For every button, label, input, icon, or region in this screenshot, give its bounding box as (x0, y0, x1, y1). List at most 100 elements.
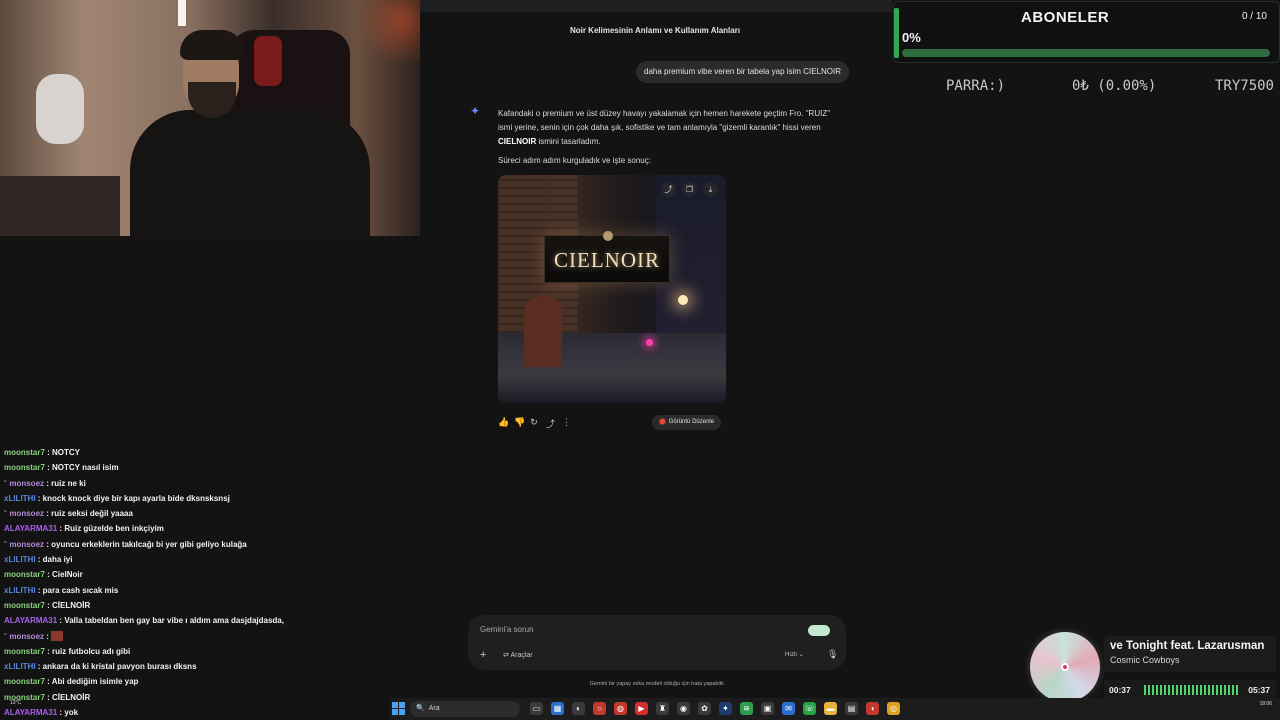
goal-accent (894, 8, 899, 58)
taskbar-clock[interactable]: 18:06 (1259, 700, 1272, 708)
chat-username[interactable]: ALAYARMA31 (4, 616, 57, 625)
chat-text: ankara da ki kristal pavyon burası dksns (42, 662, 197, 672)
app-icon-5[interactable]: ▤ (845, 702, 858, 715)
edit-image-button[interactable]: ⬤ Görüntü Düzenle (652, 415, 722, 430)
disc-center (1061, 663, 1069, 671)
donation-target: TRY7500 (1214, 78, 1274, 94)
chat-message: xLILITHI : knock knock diye bir kapı aya… (4, 491, 418, 506)
chat-text: CielNoir (52, 570, 83, 580)
image-toolbar: ⤴ ❐ ⤓ (661, 182, 718, 197)
chat-username[interactable]: monsoez (9, 540, 44, 549)
microphone-icon[interactable]: 🎙 (827, 649, 838, 660)
song-title: ve Tonight feat. Lazarusman (1110, 640, 1265, 652)
opera-icon[interactable]: ○ (593, 702, 606, 715)
store-icon[interactable]: ▦ (551, 702, 564, 715)
song-total-time: 05:37 (1248, 685, 1270, 695)
chat-text: ruiz seksi değil yaaaa (51, 509, 133, 519)
chat-separator: : (35, 555, 43, 565)
chat-message: moonstar7 : CİELNOİR (4, 690, 418, 705)
chat-separator: : (35, 585, 43, 595)
app-icon-2[interactable]: ◍ (614, 702, 627, 715)
song-progress: 00:37 05:37 (1104, 680, 1276, 700)
chat-badge-icon: ˜ (4, 633, 7, 641)
goal-count: 0 / 10 (1241, 11, 1267, 22)
app-icon-3[interactable]: ♜ (656, 702, 669, 715)
prompt-input-box[interactable]: Gemini'a sorun + ⇄ Araçlar Hızlı ⌄ 🎙 (468, 615, 846, 670)
gemini-icon[interactable]: ✦ (719, 702, 732, 715)
mail-icon[interactable]: ✉ (782, 702, 795, 715)
goal-title: ABONELER (1021, 9, 1110, 26)
chat-text: daha iyi (42, 555, 73, 565)
chat-message: moonstar7 : NOTCY nasıl isim (4, 460, 418, 475)
donation-label: PARRA:) (946, 78, 1006, 94)
chat-username[interactable]: xLILITHI (4, 662, 36, 671)
chat-username[interactable]: monsoez (9, 479, 44, 488)
generated-image[interactable]: CIELNOIR ⤴ ❐ ⤓ (498, 175, 726, 403)
chatgpt-icon[interactable]: ✿ (698, 702, 711, 715)
download-icon[interactable]: ⤓ (703, 182, 718, 197)
chat-username[interactable]: moonstar7 (4, 463, 45, 472)
thumbs-up-icon[interactable]: 👍 (498, 417, 509, 430)
share-icon[interactable]: ⤴ (661, 182, 676, 197)
tools-button[interactable]: ⇄ Araçlar (503, 651, 533, 659)
plush-toy (36, 74, 84, 144)
youtube-icon[interactable]: ▶ (635, 702, 648, 715)
chat-emote-icon (51, 631, 64, 642)
chat-message: ALAYARMA31 : yok (4, 705, 418, 720)
chat-text: ruiz futbolcu adı gibi (52, 646, 131, 656)
weather-widget[interactable]: 13°C (10, 700, 21, 706)
chat-username[interactable]: xLILITHI (4, 494, 36, 503)
taskbar-search-label: Ara (428, 705, 440, 712)
arched-door (524, 295, 562, 367)
obs-icon[interactable]: ◉ (677, 702, 690, 715)
chat-text: ruiz ne ki (51, 478, 86, 488)
taskbar-search[interactable]: 🔍 Ara (410, 701, 520, 717)
chat-separator: : (35, 662, 43, 672)
model-speed-select[interactable]: Hızlı ⌄ (785, 651, 804, 658)
chair-accent (254, 36, 282, 86)
windows-start-icon[interactable] (392, 702, 405, 715)
chat-username[interactable]: xLILITHI (4, 555, 36, 564)
task-view-icon[interactable]: ▭ (530, 702, 543, 715)
chat-username[interactable]: ALAYARMA31 (4, 524, 57, 533)
app-icon-6[interactable]: ◖ (866, 702, 879, 715)
spotify-icon[interactable]: ≋ (740, 702, 753, 715)
more-options-icon[interactable]: ⋮ (562, 417, 571, 430)
whatsapp-icon[interactable]: ☏ (803, 702, 816, 715)
chat-separator: : (44, 692, 53, 702)
chat-username[interactable]: moonstar7 (4, 647, 45, 656)
chat-username[interactable]: moonstar7 (4, 448, 45, 457)
chat-separator: : (44, 631, 52, 641)
add-attachment-icon[interactable]: + (480, 649, 486, 661)
chat-username[interactable]: ALAYARMA31 (4, 708, 57, 717)
chat-username[interactable]: moonstar7 (4, 677, 45, 686)
chat-separator: : (44, 646, 53, 656)
chrome-icon[interactable]: ◎ (887, 702, 900, 715)
chat-message: ˜ monsoez : (4, 629, 418, 644)
chat-text: CİELNOİR (52, 600, 91, 610)
share-icon[interactable]: ⤴ (546, 417, 555, 430)
app-icon-1[interactable]: ◐ (572, 702, 585, 715)
regenerate-icon[interactable]: ↻ (530, 417, 538, 430)
chat-username[interactable]: monsoez (9, 509, 44, 518)
app-icon-4[interactable]: ▣ (761, 702, 774, 715)
chat-message: moonstar7 : CielNoir (4, 567, 418, 582)
chat-text: CİELNOİR (52, 692, 91, 702)
chat-username[interactable]: moonstar7 (4, 570, 45, 579)
windows-taskbar: 🔍 Ara ▭ ▦ ◐ ○ ◍ ▶ ♜ ◉ ✿ ✦ ≋ ▣ ✉ ☏ ▬ ▤ ◖ ◎… (390, 698, 1280, 720)
prompt-placeholder[interactable]: Gemini'a sorun (480, 625, 534, 634)
thumbs-down-icon[interactable]: 👎 (514, 417, 525, 430)
model-toggle-icon[interactable] (808, 625, 830, 636)
chat-separator: : (44, 570, 53, 580)
copy-icon[interactable]: ❐ (682, 182, 697, 197)
chat-separator: : (44, 600, 53, 610)
chat-username[interactable]: xLILITHI (4, 586, 36, 595)
chat-username[interactable]: moonstar7 (4, 601, 45, 610)
sign-emblem-icon (603, 231, 613, 241)
song-artist: Cosmic Cowboys (1110, 655, 1180, 665)
goal-progress-bar (902, 49, 1270, 57)
folder-icon[interactable]: ▬ (824, 702, 837, 715)
chat-message: xLILITHI : daha iyi (4, 552, 418, 567)
reply-text-1b: ismini tasarladım. (536, 137, 601, 146)
chat-username[interactable]: monsoez (9, 632, 44, 641)
